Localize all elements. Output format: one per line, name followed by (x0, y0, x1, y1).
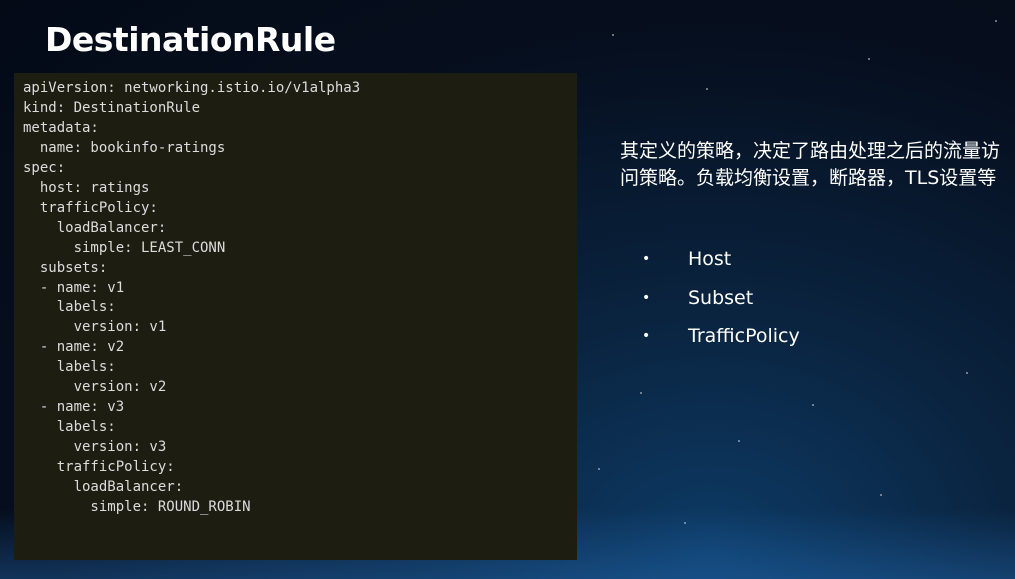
bullet-dot-icon: • (642, 289, 651, 306)
code-line: host: ratings (23, 179, 150, 196)
code-line: simple: ROUND_ROBIN (23, 499, 251, 516)
code-line: - name: v2 (23, 339, 125, 356)
code-line: simple: LEAST_CONN (23, 239, 226, 256)
bullet-label: TrafficPolicy (688, 325, 800, 347)
code-line: version: v1 (23, 319, 167, 336)
code-line: apiVersion: networking.istio.io/v1alpha3 (23, 80, 361, 96)
code-line: - name: v3 (23, 399, 125, 416)
code-line: trafficPolicy: (23, 199, 158, 216)
bullet-item-subset: • Subset (640, 285, 800, 311)
code-line: metadata: (23, 119, 99, 136)
code-line: labels: (23, 359, 116, 376)
code-line: labels: (23, 419, 116, 436)
slide-title: DestinationRule (45, 20, 336, 59)
code-line: name: bookinfo-ratings (23, 139, 226, 156)
code-line: version: v3 (23, 439, 167, 456)
code-line: spec: (23, 159, 66, 176)
code-line: subsets: (23, 259, 108, 276)
code-line: loadBalancer: (23, 219, 167, 236)
description-text: 其定义的策略，决定了路由处理之后的流量访问策略。负载均衡设置，断路器，TLS设置… (620, 140, 1001, 189)
bullet-dot-icon: • (642, 251, 651, 267)
code-line: version: v2 (23, 379, 167, 396)
bullet-label: Host (688, 248, 732, 270)
bullet-label: Subset (688, 286, 754, 309)
code-line: loadBalancer: (23, 479, 184, 496)
bullet-list: • Host • Subset • TrafficPolicy (640, 246, 800, 362)
bullet-dot-icon: • (642, 328, 651, 344)
code-line: trafficPolicy: (23, 459, 175, 476)
code-block: apiVersion: networking.istio.io/v1alpha3… (14, 73, 577, 560)
code-line: labels: (23, 299, 116, 316)
code-line: - name: v1 (23, 279, 125, 296)
bullet-item-host: • Host (640, 246, 800, 272)
bullet-item-traffic-policy: • TrafficPolicy (640, 323, 800, 349)
yaml-code: apiVersion: networking.istio.io/v1alpha3… (23, 79, 577, 518)
code-line: kind: DestinationRule (23, 99, 201, 116)
